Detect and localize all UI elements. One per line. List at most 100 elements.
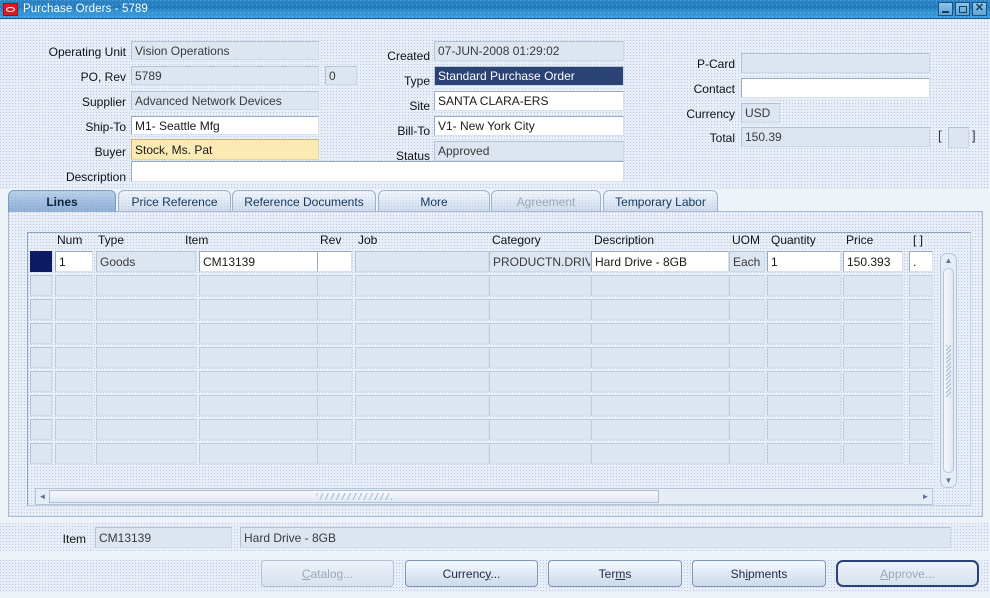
bottom-item-description-field[interactable]: Hard Drive - 8GB <box>240 527 951 548</box>
shipments-button[interactable]: Shipments <box>692 560 826 587</box>
table-cell-empty[interactable] <box>591 323 729 344</box>
table-cell-empty[interactable] <box>767 443 841 464</box>
record-indicator[interactable] <box>30 419 52 440</box>
grid-horizontal-scrollbar[interactable]: ◄ ► <box>35 488 933 505</box>
contact-field[interactable] <box>741 78 930 98</box>
operating-unit-field[interactable]: Vision Operations <box>131 41 319 60</box>
table-cell-empty[interactable] <box>199 323 334 344</box>
table-cell-empty[interactable] <box>489 347 591 368</box>
table-cell-empty[interactable] <box>55 443 93 464</box>
buyer-field[interactable]: Stock, Ms. Pat <box>131 139 319 160</box>
created-field[interactable]: 07-JUN-2008 01:29:02 <box>434 41 624 61</box>
cell-flexfield[interactable]: . <box>909 251 933 272</box>
table-cell-empty[interactable] <box>591 347 729 368</box>
table-cell-empty[interactable] <box>843 419 903 440</box>
table-cell-empty[interactable] <box>355 443 489 464</box>
record-indicator[interactable] <box>30 323 52 344</box>
table-cell-empty[interactable] <box>489 419 591 440</box>
table-cell-empty[interactable] <box>317 347 352 368</box>
table-cell-empty[interactable] <box>767 299 841 320</box>
table-cell-empty[interactable] <box>96 419 196 440</box>
table-cell-empty[interactable] <box>729 323 765 344</box>
table-cell-empty[interactable] <box>843 275 903 296</box>
table-cell-empty[interactable] <box>199 395 334 416</box>
table-cell-empty[interactable] <box>55 275 93 296</box>
tab-more[interactable]: More <box>378 190 490 212</box>
bill-to-field[interactable]: V1- New York City <box>434 116 624 136</box>
table-cell-empty[interactable] <box>489 443 591 464</box>
table-cell-empty[interactable] <box>199 347 334 368</box>
tab-temporary-labor[interactable]: Temporary Labor <box>603 190 718 212</box>
scroll-up-arrow-icon[interactable]: ▲ <box>941 254 956 267</box>
table-cell-empty[interactable] <box>843 347 903 368</box>
table-cell-empty[interactable] <box>489 323 591 344</box>
table-cell-empty[interactable] <box>55 395 93 416</box>
table-cell-empty[interactable] <box>96 275 196 296</box>
record-indicator[interactable] <box>30 443 52 464</box>
ship-to-field[interactable]: M1- Seattle Mfg <box>131 116 319 135</box>
table-cell-empty[interactable] <box>729 299 765 320</box>
table-cell-empty[interactable] <box>317 299 352 320</box>
table-cell-empty[interactable] <box>767 323 841 344</box>
grid-vertical-scrollbar[interactable]: ▲ ▼ <box>940 253 957 488</box>
table-cell-empty[interactable] <box>355 371 489 392</box>
cell-rev[interactable] <box>317 251 352 272</box>
table-cell-empty[interactable] <box>729 371 765 392</box>
table-cell-empty[interactable] <box>55 323 93 344</box>
table-cell-empty[interactable] <box>909 347 933 368</box>
table-cell-empty[interactable] <box>355 299 489 320</box>
table-cell-empty[interactable] <box>317 371 352 392</box>
table-cell-empty[interactable] <box>355 395 489 416</box>
cell-item[interactable]: CM13139 <box>199 251 334 272</box>
cell-category[interactable]: PRODUCTN.DRIV <box>489 251 591 272</box>
table-cell-empty[interactable] <box>355 275 489 296</box>
cell-num[interactable]: 1 <box>55 251 93 272</box>
table-cell-empty[interactable] <box>909 419 933 440</box>
bottom-item-field[interactable]: CM13139 <box>95 527 232 548</box>
table-cell-empty[interactable] <box>843 323 903 344</box>
table-cell-empty[interactable] <box>591 419 729 440</box>
total-field[interactable]: 150.39 <box>741 127 930 147</box>
scroll-down-arrow-icon[interactable]: ▼ <box>941 474 956 487</box>
table-cell-empty[interactable] <box>489 395 591 416</box>
table-cell-empty[interactable] <box>96 347 196 368</box>
record-indicator[interactable] <box>30 299 52 320</box>
table-cell-empty[interactable] <box>591 371 729 392</box>
table-cell-empty[interactable] <box>909 323 933 344</box>
terms-button[interactable]: Terms <box>548 560 682 587</box>
table-cell-empty[interactable] <box>909 395 933 416</box>
table-cell-empty[interactable] <box>489 299 591 320</box>
record-indicator[interactable] <box>30 251 52 272</box>
table-cell-empty[interactable] <box>909 371 933 392</box>
table-cell-empty[interactable] <box>355 323 489 344</box>
table-cell-empty[interactable] <box>96 371 196 392</box>
status-field[interactable]: Approved <box>434 141 624 161</box>
description-field[interactable] <box>131 161 624 182</box>
table-cell-empty[interactable] <box>96 299 196 320</box>
cell-quantity[interactable]: 1 <box>767 251 841 272</box>
minimize-button[interactable] <box>938 2 953 16</box>
tab-reference-documents[interactable]: Reference Documents <box>232 190 376 212</box>
close-button[interactable]: ✕ <box>972 2 987 16</box>
table-cell-empty[interactable] <box>843 443 903 464</box>
currency-field[interactable]: USD <box>741 103 780 123</box>
table-cell-empty[interactable] <box>909 275 933 296</box>
table-cell-empty[interactable] <box>767 419 841 440</box>
table-cell-empty[interactable] <box>767 395 841 416</box>
table-cell-empty[interactable] <box>767 347 841 368</box>
po-number-field[interactable]: 5789 <box>131 66 319 85</box>
table-cell-empty[interactable] <box>729 395 765 416</box>
table-cell-empty[interactable] <box>489 371 591 392</box>
tab-price-reference[interactable]: Price Reference <box>118 190 231 212</box>
cell-price[interactable]: 150.393 <box>843 251 903 272</box>
record-indicator[interactable] <box>30 275 52 296</box>
horizontal-scroll-thumb[interactable] <box>49 490 659 503</box>
table-cell-empty[interactable] <box>909 299 933 320</box>
total-descriptive-flexfield-button[interactable] <box>948 127 969 148</box>
table-cell-empty[interactable] <box>317 323 352 344</box>
scroll-right-arrow-icon[interactable]: ► <box>919 489 932 504</box>
maximize-button[interactable] <box>955 2 970 16</box>
table-cell-empty[interactable] <box>199 443 334 464</box>
site-field[interactable]: SANTA CLARA-ERS <box>434 91 624 111</box>
record-indicator[interactable] <box>30 347 52 368</box>
